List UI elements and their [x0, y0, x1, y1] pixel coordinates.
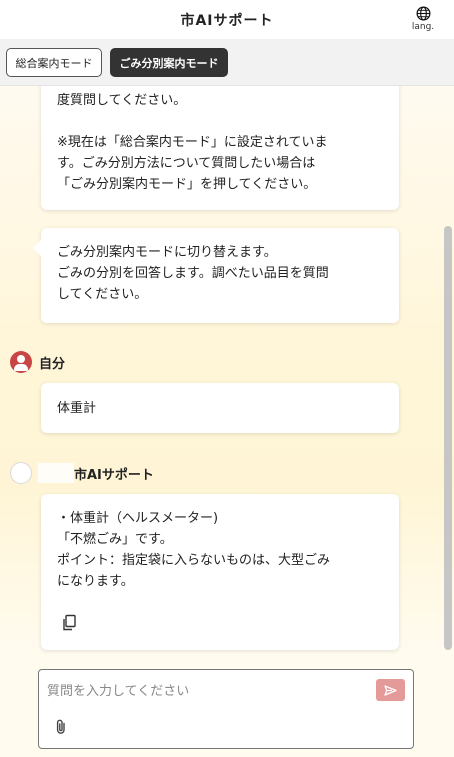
chat-log[interactable]: 度質問してください。 ※現在は「総合案内モード」に設定されていま す。ごみ分別方…: [0, 86, 454, 657]
user-avatar-icon: [10, 351, 32, 373]
question-input-box: [38, 669, 414, 749]
copy-icon[interactable]: [61, 614, 77, 632]
input-area: [0, 657, 454, 757]
message-line: 体重計: [57, 400, 97, 416]
message-line: 度質問してください。: [57, 93, 187, 108]
send-button[interactable]: [376, 679, 405, 701]
message-line: 「不燃ごみ」です。: [57, 532, 173, 547]
message-line: になります。: [57, 574, 134, 589]
chat-scrollbar[interactable]: [444, 226, 452, 650]
garbage-mode-button[interactable]: ごみ分別案内モード: [110, 48, 228, 77]
message-line: ごみ分別案内モードに切り替えます。: [57, 245, 277, 260]
mode-selector: 総合案内モード ごみ分別案内モード: [0, 39, 454, 86]
ai-name: 市AIサポート: [74, 467, 154, 483]
ai-avatar-icon: [10, 462, 32, 484]
ai-message-bubble: ・体重計（ヘルスメーター) 「不燃ごみ」です。 ポイント：指定袋に入らないものは…: [41, 494, 399, 650]
message-line: ごみの分別を回答します。調べたい品目を質問: [57, 266, 329, 281]
language-label: lang.: [411, 22, 435, 32]
general-mode-button[interactable]: 総合案内モード: [6, 48, 102, 77]
send-icon: [384, 684, 397, 696]
ai-message-bubble: ごみ分別案内モードに切り替えます。 ごみの分別を回答します。調べたい品目を質問 …: [33, 228, 399, 323]
app-title: 市AIサポート: [180, 12, 274, 29]
message-line: ※現在は「総合案内モード」に設定されていま: [57, 135, 328, 150]
user-name: 自分: [39, 356, 66, 372]
language-button[interactable]: lang.: [410, 6, 436, 32]
user-sender-row: 自分: [10, 351, 65, 373]
message-line: ・体重計（ヘルスメーター): [57, 511, 219, 526]
user-message-bubble: 体重計: [41, 383, 399, 433]
globe-icon: [416, 6, 430, 21]
message-line: 「ごみ分別案内モード」を押してください。: [57, 177, 317, 192]
ai-logo-placeholder: [38, 463, 74, 483]
paperclip-icon[interactable]: [53, 718, 69, 736]
app-header: 市AIサポート lang.: [0, 0, 454, 39]
message-line: してください。: [57, 287, 148, 302]
ai-sender-row: 市AIサポート: [10, 462, 154, 484]
message-line: す。ごみ分別方法について質問したい場合は: [57, 156, 316, 171]
message-line: ポイント：指定袋に入らないものは、大型ごみ: [57, 553, 331, 568]
ai-message-bubble: 度質問してください。 ※現在は「総合案内モード」に設定されていま す。ごみ分別方…: [41, 86, 399, 210]
question-input[interactable]: [47, 680, 367, 702]
